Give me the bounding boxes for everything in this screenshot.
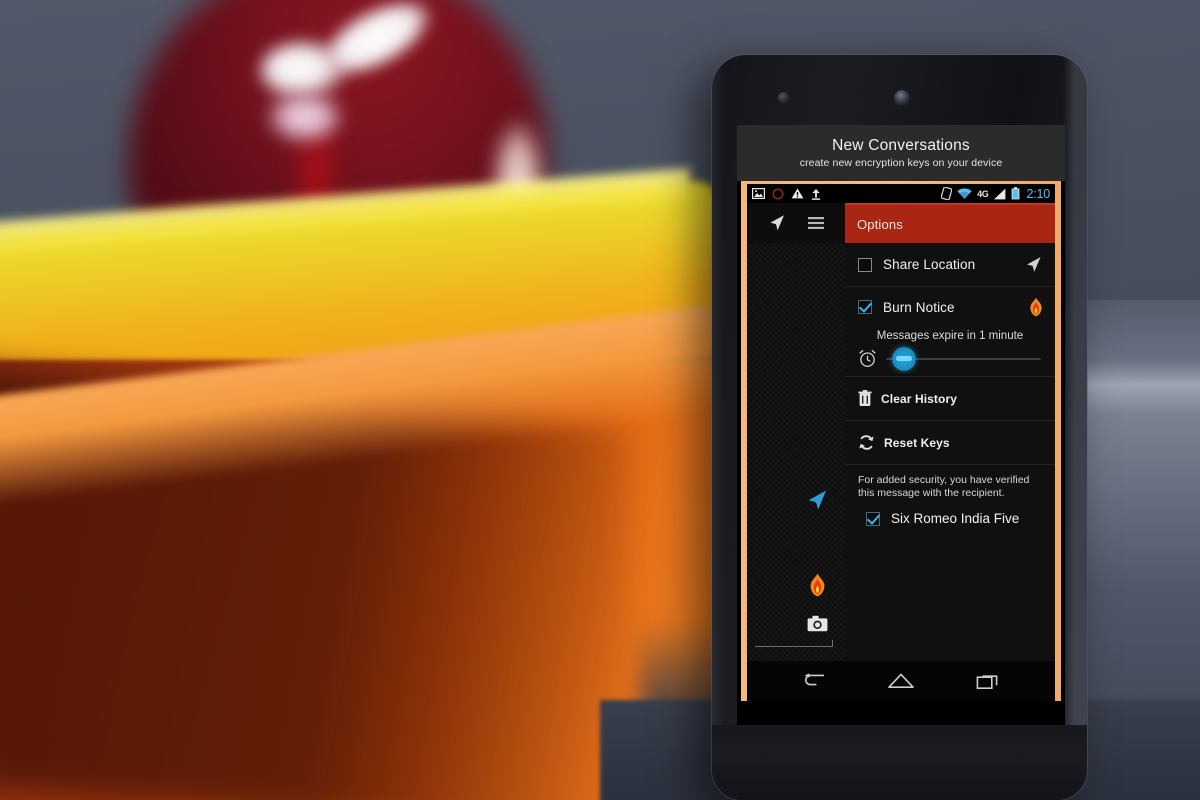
option-share-location[interactable]: Share Location <box>845 243 1055 287</box>
message-input-underline-tick <box>832 640 833 647</box>
options-title: Options <box>857 216 903 232</box>
verification-code-label: Six Romeo India Five <box>891 511 1020 527</box>
battery-icon <box>1012 187 1020 200</box>
reset-keys-label: Reset Keys <box>884 435 950 450</box>
alarm-clock-icon <box>859 349 876 367</box>
app-bar: Options <box>747 203 1055 243</box>
location-arrow-icon <box>1027 257 1041 272</box>
signal-icon <box>994 188 1006 199</box>
location-arrow-icon[interactable] <box>805 488 829 512</box>
phone-edge-sheen-right <box>1063 55 1087 800</box>
flame-icon <box>1030 297 1042 317</box>
burn-notice-checkbox[interactable] <box>858 300 872 314</box>
circle-icon <box>772 187 784 200</box>
verification-code-row[interactable]: Six Romeo India Five <box>858 511 1042 526</box>
upload-icon <box>811 188 821 200</box>
share-location-label: Share Location <box>883 257 976 272</box>
screen-body: Share Location Burn Notice Messages expi… <box>747 243 1055 661</box>
options-drawer: Share Location Burn Notice Messages expi… <box>845 243 1055 661</box>
clear-history-label: Clear History <box>881 391 957 406</box>
phone-screen: New Conversations create new encryption … <box>737 125 1065 725</box>
share-location-checkbox[interactable] <box>858 257 872 272</box>
phone-bottom-chin <box>712 725 1087 800</box>
burn-notice-slider-track[interactable] <box>886 346 1041 371</box>
phone-edge-sheen-left <box>712 55 724 800</box>
verification-checkbox[interactable] <box>866 511 880 526</box>
option-clear-history[interactable]: Clear History <box>845 377 1055 421</box>
banner-title: New Conversations <box>832 137 970 154</box>
option-burn-notice: Burn Notice Messages expire in 1 minute <box>845 287 1055 377</box>
rotation-lock-icon <box>941 187 953 200</box>
recents-icon[interactable] <box>976 672 1002 690</box>
chat-background-strip[interactable] <box>747 243 845 661</box>
android-status-bar: 4G 2:10 <box>747 184 1055 203</box>
screenshot-stage: New Conversations create new encryption … <box>0 0 1200 800</box>
verification-section: For added security, you have verified th… <box>845 465 1055 526</box>
burn-notice-header[interactable]: Burn Notice <box>845 287 1055 327</box>
warning-icon <box>791 188 804 199</box>
phone-device: New Conversations create new encryption … <box>712 55 1087 800</box>
camera-icon[interactable] <box>807 615 828 632</box>
options-header-bar: Options <box>845 203 1055 243</box>
message-input-underline[interactable] <box>755 646 833 647</box>
sphere-highlight-pink <box>268 92 342 142</box>
options-drawer-filler <box>845 526 1055 661</box>
burn-notice-expiry-text: Messages expire in 1 minute <box>876 330 1024 342</box>
phone-top-bezel <box>712 55 1087 127</box>
app-screenshot: 4G 2:10 Options Share Location Burn Noti… <box>747 184 1055 701</box>
flame-icon[interactable] <box>809 573 826 597</box>
screenshot-frame: 4G 2:10 Options Share Location Burn Noti… <box>741 181 1061 701</box>
back-icon[interactable] <box>800 672 826 690</box>
front-camera-icon <box>894 90 910 106</box>
app-bar-left-actions <box>747 203 845 243</box>
image-icon <box>752 188 765 199</box>
android-navigation-bar <box>747 661 1055 701</box>
banner-subtitle: create new encryption keys on your devic… <box>799 157 1003 169</box>
wifi-icon <box>957 187 972 199</box>
refresh-icon <box>859 435 874 450</box>
trash-icon <box>858 390 872 406</box>
burn-notice-slider-thumb[interactable] <box>892 346 916 371</box>
location-arrow-icon[interactable] <box>767 213 787 233</box>
status-bar-notifications <box>752 187 821 200</box>
verification-description: For added security, you have verified th… <box>858 474 1030 500</box>
option-reset-keys[interactable]: Reset Keys <box>845 421 1055 465</box>
burn-notice-slider-row[interactable] <box>845 346 1055 371</box>
marketing-banner: New Conversations create new encryption … <box>737 125 1065 181</box>
burn-notice-label: Burn Notice <box>883 299 955 315</box>
status-bar-system: 4G 2:10 <box>941 187 1050 201</box>
hamburger-menu-icon[interactable] <box>807 216 825 230</box>
home-icon[interactable] <box>887 672 915 690</box>
status-bar-clock: 2:10 <box>1026 186 1050 201</box>
network-type-label: 4G <box>977 188 989 199</box>
proximity-sensor-icon <box>778 92 789 103</box>
